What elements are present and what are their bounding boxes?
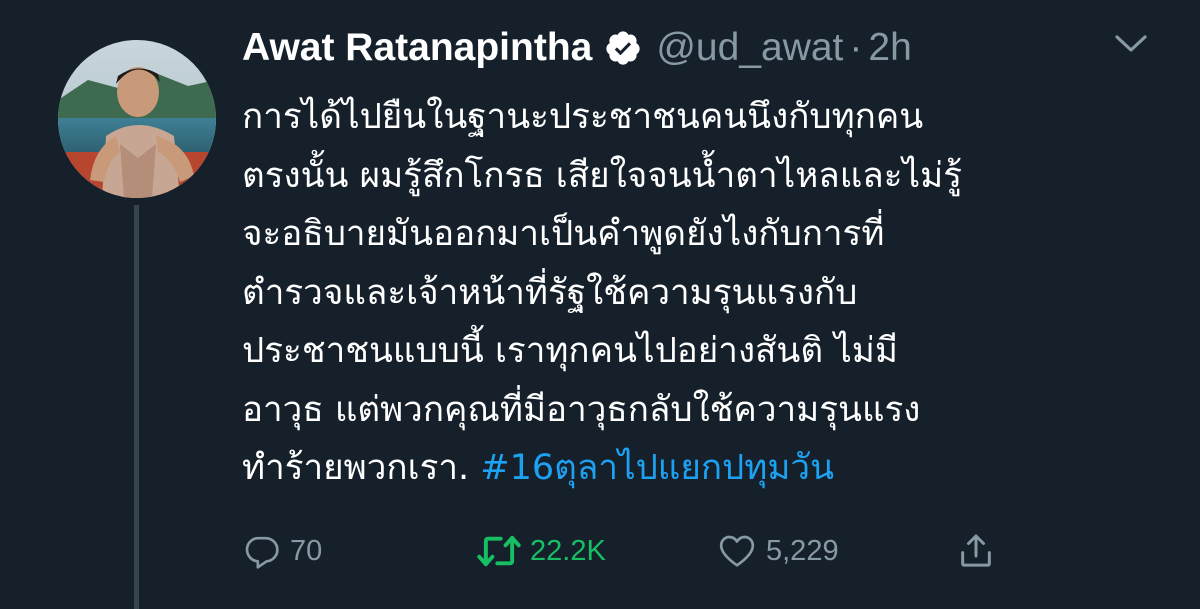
tweet-header: Awat Ratanapintha @ud_awat · 2h [242, 20, 912, 76]
avatar-photo [58, 40, 216, 198]
tweet-text-line: อาวุธ แต่พวกคุณที่มีอาวุธกลับใช้ความรุนแ… [242, 389, 921, 430]
reply-button[interactable]: 70 [242, 526, 322, 576]
like-button[interactable]: 5,229 [716, 526, 839, 576]
tweet-text: การได้ไปยืนในฐานะประชาชนคนนึงกับทุกคน ตร… [242, 88, 1172, 498]
thread-line [134, 205, 139, 609]
heart-icon [716, 531, 758, 571]
tweet-text-line: จะอธิบายมันออกมาเป็นคำพูดยังไงกับการที่ [242, 214, 885, 254]
tweet: Awat Ratanapintha @ud_awat · 2h การได้ไป… [0, 0, 1200, 609]
verified-badge-icon [604, 29, 642, 67]
separator-dot: · [849, 26, 863, 69]
retweet-button[interactable]: 22.2K [476, 526, 606, 576]
retweet-count: 22.2K [530, 534, 606, 567]
reply-count: 70 [290, 534, 323, 567]
display-name[interactable]: Awat Ratanapintha [242, 26, 592, 70]
tweet-text-line: ประชาชนแบบนี้ เราทุกคนไปอย่างสันติ ไม่มี [242, 331, 898, 371]
share-button[interactable] [956, 526, 996, 576]
hashtag-link[interactable]: #16ตุลาไปแยกปทุมวัน [480, 448, 834, 488]
action-bar: 70 22.2K 5,229 [242, 526, 1182, 576]
reply-icon [242, 531, 282, 571]
chevron-down-icon[interactable] [1114, 32, 1148, 56]
tweet-text-line: ตรงนั้น ผมรู้สึกโกรธ เสียใจจนน้ำตาไหลและ… [242, 155, 963, 196]
timestamp[interactable]: 2h [868, 26, 911, 70]
retweet-icon [476, 531, 522, 571]
tweet-text-line: ทำร้ายพวกเรา. [242, 448, 481, 488]
tweet-text-line: การได้ไปยืนในฐานะประชาชนคนนึงกับทุกคน [242, 97, 924, 137]
tweet-text-line: ตำรวจและเจ้าหน้าที่รัฐใช้ความรุนแรงกับ [242, 272, 858, 313]
like-count: 5,229 [766, 534, 839, 567]
share-icon [956, 531, 996, 571]
handle[interactable]: @ud_awat [656, 26, 843, 70]
avatar[interactable] [58, 40, 216, 198]
tweet-text-last-line: ทำร้ายพวกเรา. #16ตุลาไปแยกปทุมวัน [242, 439, 1172, 498]
